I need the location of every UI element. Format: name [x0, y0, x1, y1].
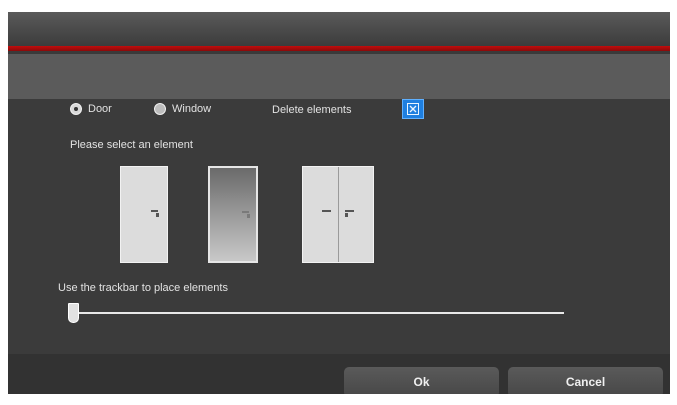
trackbar-thumb[interactable] — [68, 303, 79, 323]
ok-button[interactable]: Ok — [344, 367, 499, 394]
door-radio[interactable]: Door — [70, 103, 112, 115]
window-element[interactable] — [208, 166, 258, 263]
door-radio-label: Door — [88, 103, 112, 115]
window-radio[interactable]: Window — [154, 103, 211, 115]
footer-bar: Ok Cancel — [8, 354, 670, 394]
title-bar[interactable] — [8, 12, 670, 46]
trackbar-label: Use the trackbar to place elements — [58, 282, 228, 294]
select-element-label: Please select an element — [70, 139, 193, 151]
trackbar-track[interactable] — [76, 312, 564, 314]
radio-checked-icon — [70, 103, 82, 115]
dialog-window: Door Window Delete elements Please selec… — [8, 12, 670, 394]
delete-elements-button[interactable] — [402, 99, 424, 119]
cancel-button[interactable]: Cancel — [508, 367, 663, 394]
single-door-element[interactable] — [120, 166, 168, 263]
delete-elements-label: Delete elements — [272, 104, 352, 116]
door-divider — [338, 167, 339, 262]
double-door-element[interactable] — [302, 166, 374, 263]
content-area: Door Window Delete elements Please selec… — [8, 99, 670, 354]
radio-unchecked-icon — [154, 103, 166, 115]
window-radio-label: Window — [172, 103, 212, 115]
accent-line — [8, 46, 670, 51]
delete-x-icon — [407, 103, 419, 115]
header-panel — [8, 54, 670, 99]
